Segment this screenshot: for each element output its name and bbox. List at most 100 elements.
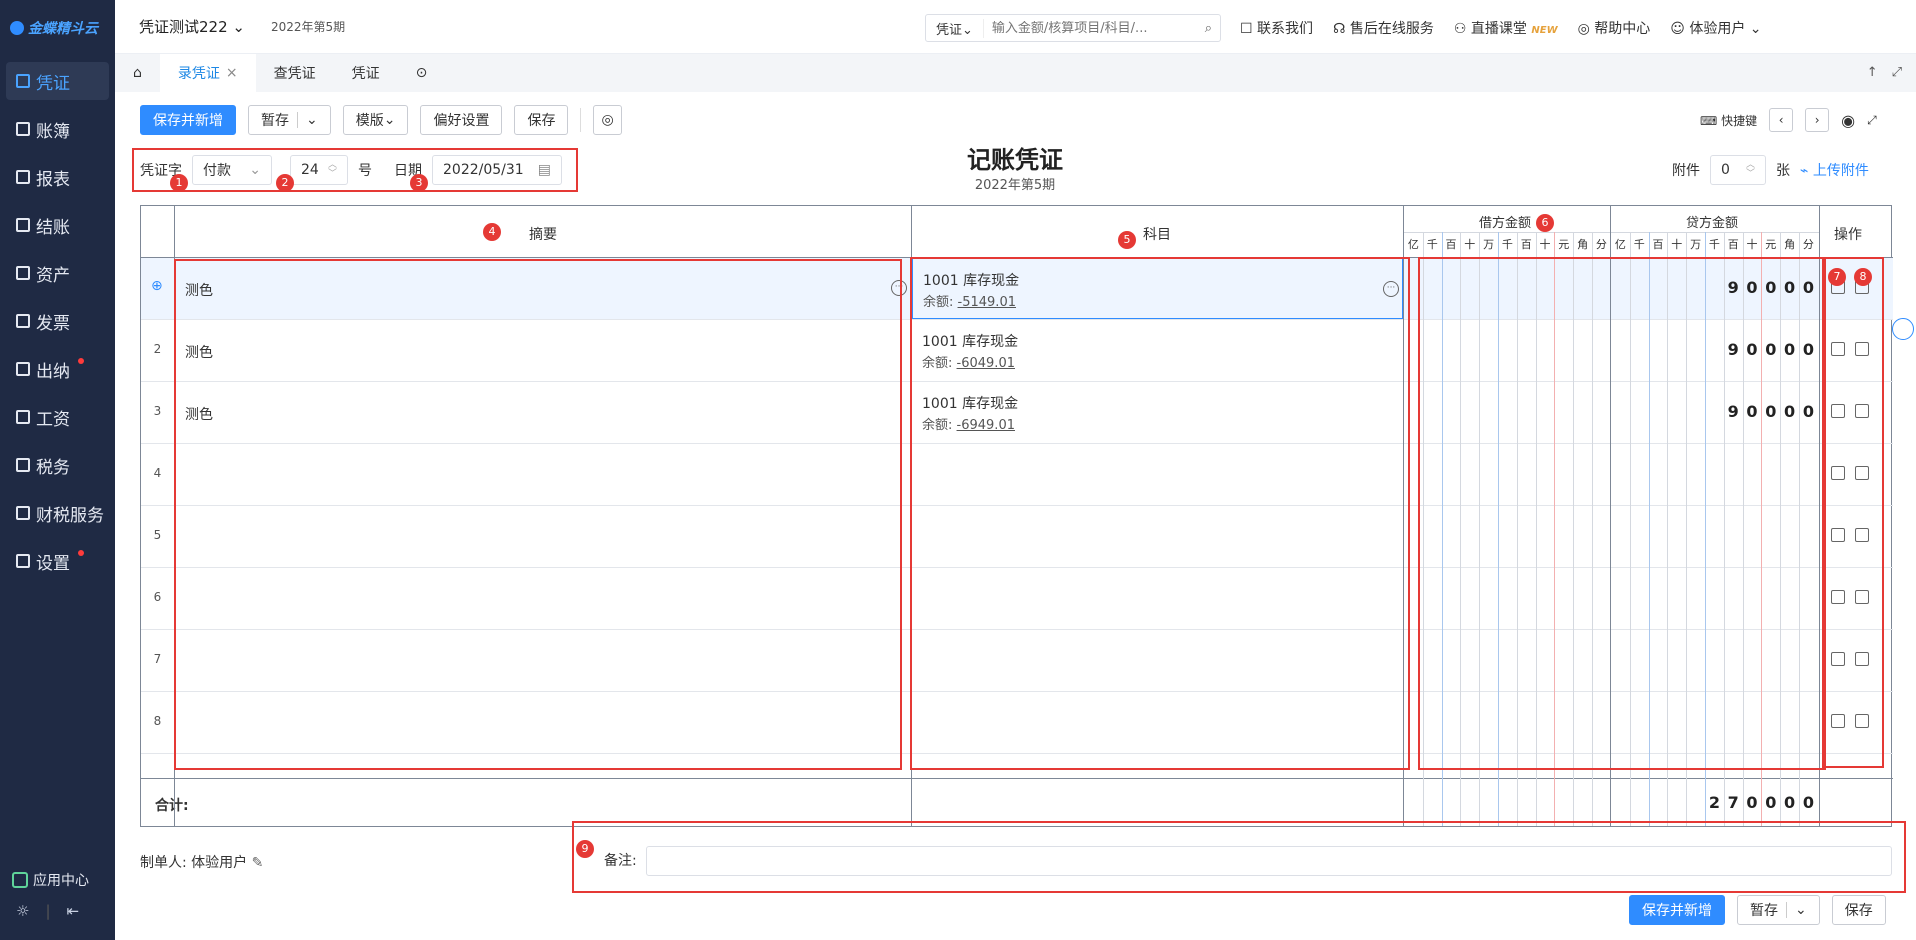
search-icon[interactable]: ⌕ <box>1197 21 1220 36</box>
contact-link[interactable]: ☐ 联系我们 <box>1240 18 1313 38</box>
attach-count-input[interactable]: 0 ︿ ﹀ <box>1710 155 1766 185</box>
chevron-down-icon: ⌄ <box>1786 902 1807 918</box>
annotation-box-amount <box>1418 257 1826 770</box>
digit-header: 角 <box>1577 238 1589 251</box>
save-button[interactable]: 保存 <box>514 105 569 135</box>
expand-icon[interactable]: ⤢ <box>1867 113 1877 128</box>
logo: 金蝶精斗云 <box>0 0 115 56</box>
nav-icon <box>16 506 30 520</box>
nav-icon <box>16 170 30 184</box>
digit-header: 百 <box>1445 238 1457 251</box>
annotation-badge: 7 <box>1828 268 1846 286</box>
bottom-save-and-new-button[interactable]: 保存并新增 <box>1629 895 1725 925</box>
digit-header: 十 <box>1746 238 1758 251</box>
search-scope-select[interactable]: 凭证⌄ <box>926 18 984 38</box>
help-center-link[interactable]: ◎ 帮助中心 <box>1578 18 1651 38</box>
annotation-badge: 4 <box>483 223 501 241</box>
annotation-box-account <box>910 257 1410 770</box>
digit-header: 元 <box>1765 238 1777 251</box>
notification-dot <box>78 358 84 364</box>
sidebar-item-3[interactable]: 结账 <box>6 206 109 244</box>
collapse-sidebar-icon[interactable]: ⇤ <box>67 902 80 920</box>
settings-icon-button[interactable]: ◎ <box>593 105 622 135</box>
fullscreen-icon[interactable]: ⤢ <box>1892 65 1902 80</box>
col-credit-header: 贷方金额 <box>1686 216 1739 231</box>
nav-icon <box>16 122 30 136</box>
sidebar-item-7[interactable]: 工资 <box>6 398 109 436</box>
scroll-top-icon[interactable]: ↑ <box>1867 65 1878 80</box>
tab-bar: ⌂ 录凭证 × 查凭证 凭证 ⊙ ↑ ⤢ <box>115 54 1916 92</box>
global-search: 凭证⌄ ⌕ <box>925 14 1221 42</box>
total-digit: 0 <box>1765 793 1777 812</box>
tab-more-icon[interactable]: ⊙ <box>398 54 446 92</box>
account-selector[interactable]: 凭证测试222 ⌄ <box>139 16 245 37</box>
sidebar-item-0[interactable]: 凭证 <box>6 62 109 100</box>
bottom-actions: 保存并新增 暂存 ⌄ 保存 <box>1629 895 1886 925</box>
attach-unit: 张 <box>1776 163 1790 179</box>
annotation-badge: 8 <box>1854 268 1872 286</box>
top-period: 2022年第5期 <box>270 20 346 34</box>
save-and-new-button[interactable]: 保存并新增 <box>140 105 236 135</box>
app-center-icon <box>12 872 28 888</box>
sidebar-item-5[interactable]: 发票 <box>6 302 109 340</box>
annotation-badge: 6 <box>1536 214 1554 232</box>
app-center-link[interactable]: 应用中心 <box>12 870 89 890</box>
voucher-period: 2022年第5期 <box>974 178 1056 193</box>
sidebar-item-4[interactable]: 资产 <box>6 254 109 292</box>
sidebar-item-9[interactable]: 财税服务 <box>6 494 109 532</box>
toolbar-right: ⌨ 快捷键 ‹ › ◉ ⤢ <box>1700 108 1877 132</box>
upload-attachment-link[interactable]: ⌁ 上传附件 <box>1800 160 1869 180</box>
close-tab-icon[interactable]: × <box>226 65 238 81</box>
preferences-button[interactable]: 偏好设置 <box>420 105 503 135</box>
digit-header: 万 <box>1483 238 1495 251</box>
template-button[interactable]: 模版 ⌄ <box>342 105 409 135</box>
temp-save-button[interactable]: 暂存 ⌄ <box>248 105 331 135</box>
side-chat-bubble-icon[interactable] <box>1892 318 1914 340</box>
tab-entry-voucher[interactable]: 录凭证 × <box>159 54 256 92</box>
sidebar-item-1[interactable]: 账簿 <box>6 110 109 148</box>
digit-header: 亿 <box>1407 238 1419 251</box>
digit-header-divider <box>1404 232 1819 233</box>
top-links: ☐ 联系我们 ☊ 售后在线服务 ⚇ 直播课堂 NEW ◎ 帮助中心 ☺ 体验用户… <box>1240 18 1762 38</box>
tab-query-voucher[interactable]: 查凭证 <box>256 54 334 92</box>
sidebar-item-6[interactable]: 出纳 <box>6 350 109 388</box>
nav-icon <box>16 458 30 472</box>
annotation-box-summary <box>174 259 902 770</box>
voucher-title: 记账凭证 <box>967 146 1063 174</box>
prev-voucher-button[interactable]: ‹ <box>1769 108 1794 132</box>
total-digit: 0 <box>1746 793 1758 812</box>
eye-icon[interactable]: ◉ <box>1841 111 1855 130</box>
bottom-save-button[interactable]: 保存 <box>1831 895 1886 925</box>
sidebar-item-10[interactable]: 设置 <box>6 542 109 580</box>
search-input[interactable] <box>983 20 1197 36</box>
sidebar-item-8[interactable]: 税务 <box>6 446 109 484</box>
digit-header: 千 <box>1708 238 1720 251</box>
digit-header: 分 <box>1595 238 1607 251</box>
attachments: 附件 0 ︿ ﹀ 张 ⌁ 上传附件 <box>1672 155 1869 185</box>
row-number: 3 <box>153 404 162 418</box>
digit-header: 分 <box>1802 238 1814 251</box>
sidebar-item-2[interactable]: 报表 <box>6 158 109 196</box>
next-voucher-button[interactable]: › <box>1805 108 1830 132</box>
shortcut-link[interactable]: ⌨ 快捷键 <box>1700 112 1757 129</box>
theme-toggle-icon[interactable]: ☼ <box>16 902 29 920</box>
user-menu[interactable]: ☺ 体验用户 ⌄ <box>1670 18 1761 38</box>
maker-info: 制单人: 体验用户 ✎ <box>140 855 264 871</box>
bottom-temp-save-button[interactable]: 暂存 ⌄ <box>1737 895 1820 925</box>
digit-header: 千 <box>1426 238 1438 251</box>
home-tab-icon[interactable]: ⌂ <box>115 54 160 92</box>
annotation-badge: 3 <box>410 174 428 192</box>
digit-header: 千 <box>1501 238 1513 251</box>
edit-icon[interactable]: ✎ <box>252 855 264 871</box>
annotation-badge: 9 <box>576 840 594 858</box>
sidebar-nav: 凭证账簿报表结账资产发票出纳工资税务财税服务设置 <box>0 62 115 580</box>
after-sales-link[interactable]: ☊ 售后在线服务 <box>1333 18 1434 38</box>
nav-icon <box>16 314 30 328</box>
notification-dot <box>78 550 84 556</box>
tab-voucher[interactable]: 凭证 <box>334 54 398 92</box>
annotation-badge: 2 <box>276 174 294 192</box>
add-row-icon[interactable]: ⊕ <box>151 278 163 294</box>
live-class-link[interactable]: ⚇ 直播课堂 NEW <box>1454 18 1558 38</box>
digit-header: 千 <box>1633 238 1645 251</box>
digit-header: 亿 <box>1614 238 1626 251</box>
